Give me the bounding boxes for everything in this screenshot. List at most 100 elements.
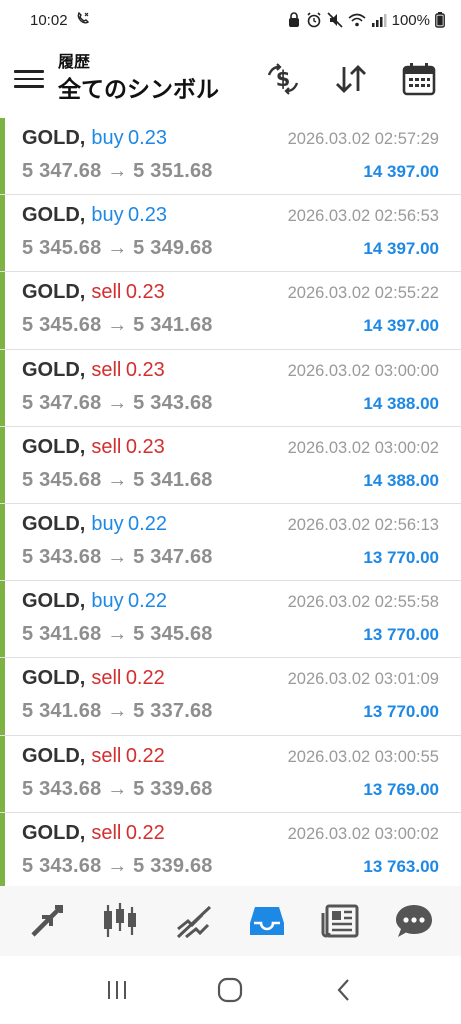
quotes-arrows-icon[interactable] <box>21 895 73 947</box>
trade-row[interactable]: GOLD, sell 0.23 2026.03.02 03:00:02 5 34… <box>0 426 461 504</box>
trade-symbol: GOLD <box>22 435 80 458</box>
open-price: 5 345.68 <box>22 468 102 491</box>
bottom-navigation <box>0 886 461 956</box>
trade-volume: 0.23 <box>125 435 165 458</box>
trade-side: sell <box>91 435 122 458</box>
close-price: 5 345.68 <box>133 623 213 646</box>
trade-profit: 14 397.00 <box>363 239 439 259</box>
open-price: 5 347.68 <box>22 160 102 182</box>
trade-side: buy <box>91 127 124 149</box>
chat-icon[interactable] <box>388 895 440 947</box>
trade-time: 2026.03.02 03:00:55 <box>287 747 439 766</box>
trade-profit: 13 763.00 <box>363 856 439 876</box>
trade-row[interactable]: GOLD, sell 0.22 2026.03.02 03:00:55 5 34… <box>0 735 461 813</box>
trade-volume: 0.22 <box>125 744 165 767</box>
trade-time: 2026.03.02 03:00:02 <box>287 438 439 457</box>
trade-row[interactable]: GOLD, buy 0.23 2026.03.02 02:56:53 5 345… <box>0 195 461 273</box>
close-price: 5 347.68 <box>133 545 213 568</box>
close-price: 5 341.68 <box>133 468 213 491</box>
trade-time: 2026.03.02 03:01:09 <box>287 670 439 689</box>
trade-row[interactable]: GOLD, buy 0.22 2026.03.02 02:56:13 5 343… <box>0 503 461 582</box>
trade-trend-icon[interactable] <box>168 895 220 947</box>
trade-side: buy <box>91 512 124 535</box>
alarm-icon <box>306 12 322 28</box>
system-navigation <box>0 956 461 1024</box>
trade-volume: 0.22 <box>125 667 165 690</box>
trade-time: 2026.03.02 02:56:13 <box>287 515 439 534</box>
status-time: 10:02 <box>30 11 68 29</box>
call-forward-icon <box>76 11 90 29</box>
recent-apps-icon[interactable] <box>95 968 139 1012</box>
trade-side: sell <box>91 821 122 844</box>
close-price: 5 349.68 <box>133 237 213 260</box>
trade-symbol: GOLD <box>22 127 80 149</box>
battery-icon <box>435 12 445 28</box>
trade-profit: 13 770.00 <box>363 702 439 722</box>
open-price: 5 345.68 <box>22 237 102 260</box>
open-price: 5 341.68 <box>22 700 102 723</box>
trade-volume: 0.23 <box>125 281 165 304</box>
trade-profit: 13 770.00 <box>363 625 439 645</box>
trade-row[interactable]: GOLD, sell 0.22 2026.03.02 03:00:02 5 34… <box>0 812 461 886</box>
trade-row[interactable]: GOLD, sell 0.22 2026.03.02 03:01:09 5 34… <box>0 658 461 736</box>
trade-side: sell <box>91 281 122 304</box>
trade-volume: 0.22 <box>128 512 167 535</box>
close-price: 5 339.68 <box>133 777 213 800</box>
trade-side: sell <box>91 667 122 690</box>
mute-icon <box>327 12 343 28</box>
trade-profit: 13 770.00 <box>363 547 439 567</box>
trade-profit: 13 769.00 <box>363 779 439 799</box>
trade-time: 2026.03.02 02:56:53 <box>287 207 439 226</box>
trade-symbol: GOLD <box>22 204 80 227</box>
trade-side: sell <box>91 744 122 767</box>
alarm-lock-icon <box>287 12 301 28</box>
trade-history-list[interactable]: GOLD, buy 0.23 2026.03.02 02:57:29 5 347… <box>0 118 461 886</box>
trade-symbol: GOLD <box>22 590 80 613</box>
trade-row[interactable]: GOLD, buy 0.23 2026.03.02 02:57:29 5 347… <box>0 118 461 196</box>
trade-side: buy <box>91 204 124 227</box>
trade-time: 2026.03.02 02:57:29 <box>287 130 439 148</box>
trade-time: 2026.03.02 03:00:02 <box>287 824 439 843</box>
app-bar: 履歴 全てのシンボル $ <box>0 40 461 118</box>
calendar-icon[interactable] <box>397 57 441 101</box>
trade-time: 2026.03.02 02:55:58 <box>287 593 439 612</box>
close-price: 5 351.68 <box>133 160 213 182</box>
trade-volume: 0.23 <box>125 358 165 381</box>
trade-profit: 14 397.00 <box>363 162 439 181</box>
trade-time: 2026.03.02 03:00:00 <box>287 361 439 380</box>
back-icon[interactable] <box>322 968 366 1012</box>
trade-time: 2026.03.02 02:55:22 <box>287 284 439 303</box>
signal-icon <box>371 13 387 27</box>
battery-level: 100% <box>391 11 430 29</box>
page-title: 履歴 <box>58 54 91 71</box>
candlestick-chart-icon[interactable] <box>94 895 146 947</box>
open-price: 5 347.68 <box>22 391 102 414</box>
trade-row[interactable]: GOLD, sell 0.23 2026.03.02 02:55:22 5 34… <box>0 272 461 350</box>
trade-symbol: GOLD <box>22 358 80 381</box>
trade-profit: 14 397.00 <box>363 316 439 336</box>
home-icon[interactable] <box>208 968 252 1012</box>
menu-icon[interactable] <box>14 67 44 91</box>
close-price: 5 339.68 <box>133 854 213 877</box>
trade-row[interactable]: GOLD, buy 0.22 2026.03.02 02:55:58 5 341… <box>0 581 461 659</box>
history-inbox-icon[interactable] <box>241 895 293 947</box>
trade-symbol: GOLD <box>22 744 80 767</box>
trade-symbol: GOLD <box>22 281 80 304</box>
trade-symbol: GOLD <box>22 512 80 535</box>
open-price: 5 345.68 <box>22 314 102 337</box>
trade-profit: 14 388.00 <box>363 470 439 490</box>
trade-symbol: GOLD <box>22 821 80 844</box>
trade-profit: 14 388.00 <box>363 393 439 413</box>
dollar-exchange-icon[interactable]: $ <box>261 57 305 101</box>
title-block: 履歴 全てのシンボル <box>58 54 219 104</box>
symbol-filter[interactable]: 全てのシンボル <box>58 74 219 104</box>
open-price: 5 343.68 <box>22 854 102 877</box>
sort-icon[interactable] <box>329 57 373 101</box>
status-bar: 10:02 100% <box>0 0 461 40</box>
trade-row[interactable]: GOLD, sell 0.23 2026.03.02 03:00:00 5 34… <box>0 349 461 427</box>
trade-volume: 0.23 <box>128 127 167 149</box>
trade-symbol: GOLD <box>22 667 80 690</box>
news-icon[interactable] <box>315 895 367 947</box>
close-price: 5 343.68 <box>133 391 213 414</box>
close-price: 5 337.68 <box>133 700 213 723</box>
